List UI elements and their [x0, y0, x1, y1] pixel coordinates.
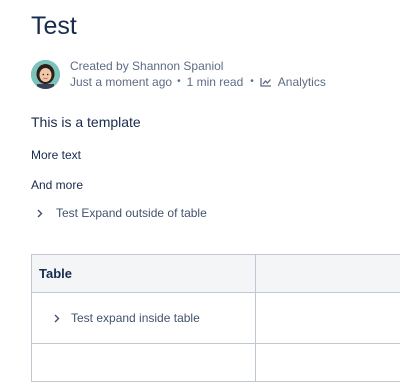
- table-row: [31, 343, 400, 382]
- paragraph: More text: [31, 148, 82, 162]
- paragraph: And more: [31, 178, 84, 192]
- expand-title: Test expand inside table: [71, 311, 200, 325]
- expand-inside-table[interactable]: Test expand inside table: [32, 311, 255, 325]
- table-cell[interactable]: [255, 292, 400, 344]
- analytics-chart-icon: [260, 78, 271, 87]
- last-modified[interactable]: Just a moment ago: [70, 74, 172, 90]
- paragraph: This is a template: [31, 114, 141, 130]
- table-header-cell[interactable]: [255, 254, 400, 293]
- user-avatar-icon: [31, 60, 60, 89]
- avatar[interactable]: [31, 60, 60, 89]
- chevron-right-icon: [35, 208, 45, 218]
- separator: •: [250, 76, 254, 87]
- analytics-button[interactable]: Analytics: [260, 74, 326, 90]
- table-cell[interactable]: [31, 343, 256, 382]
- table-cell[interactable]: Test expand inside table: [31, 292, 256, 344]
- table-header-cell[interactable]: Table: [31, 254, 256, 293]
- table-cell[interactable]: [255, 343, 400, 382]
- analytics-label: Analytics: [277, 75, 326, 89]
- expand-outside-table[interactable]: Test Expand outside of table: [31, 206, 207, 220]
- separator: •: [177, 76, 181, 87]
- expand-title: Test Expand outside of table: [56, 206, 207, 220]
- table-header-row: Table: [31, 254, 400, 293]
- table-row: Test expand inside table: [31, 292, 400, 344]
- content-table: Table Test expand inside table: [31, 254, 400, 382]
- read-time: 1 min read: [186, 75, 244, 89]
- page-title: Test: [31, 12, 77, 40]
- chevron-right-icon: [52, 313, 62, 323]
- confluence-page: Test Created by Shannon Spaniol Just a m…: [0, 0, 400, 391]
- byline: Created by Shannon Spaniol Just a moment…: [70, 58, 326, 90]
- created-by: Created by Shannon Spaniol: [70, 59, 224, 73]
